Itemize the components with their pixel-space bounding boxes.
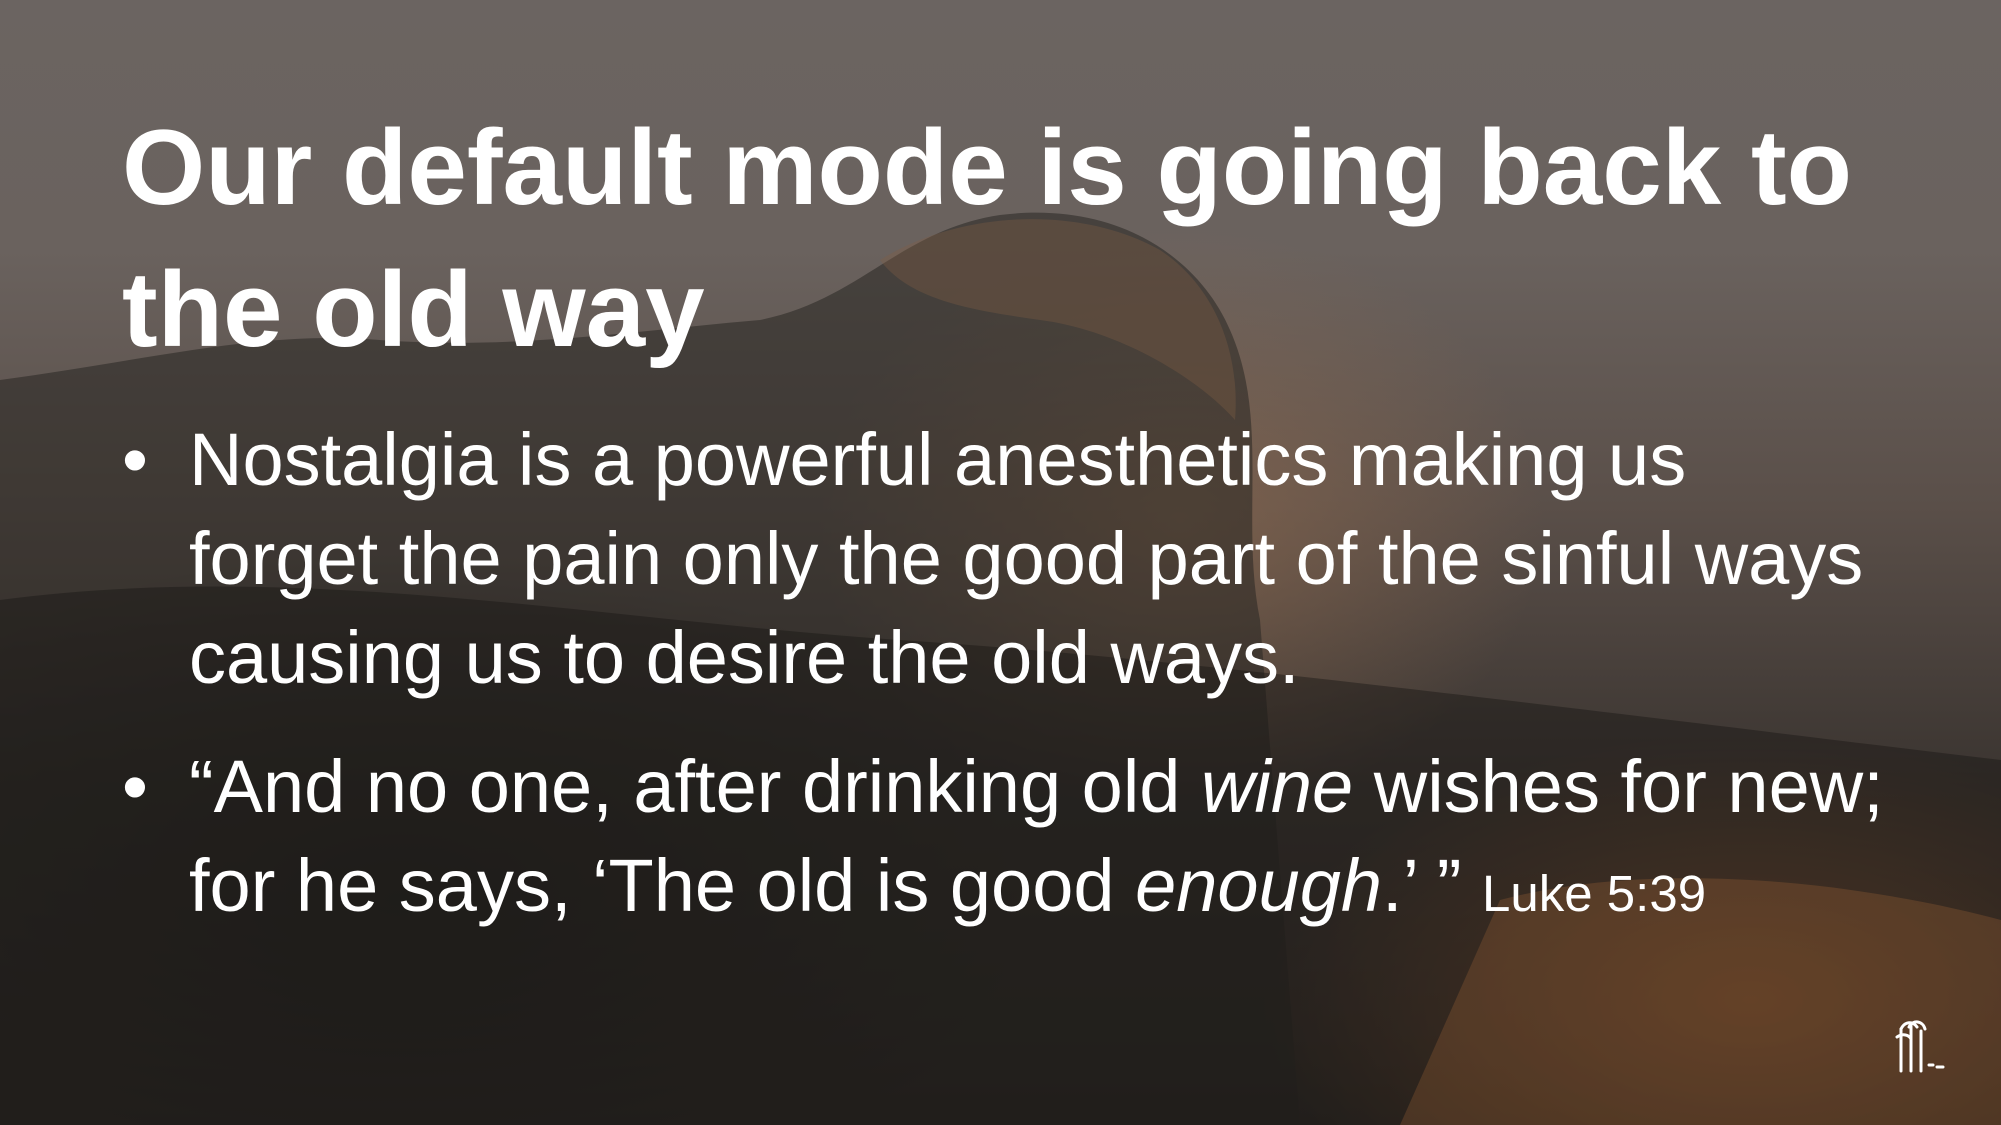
- bullet-list: • Nostalgia is a powerful anesthetics ma…: [122, 410, 1892, 973]
- quote-italic-wine: wine: [1200, 745, 1354, 828]
- bullet-text: Nostalgia is a powerful anesthetics maki…: [189, 418, 1864, 699]
- slide-title: Our default mode is going back to the ol…: [122, 107, 1852, 369]
- church-logo-icon: [1895, 1020, 1945, 1073]
- bullet-marker: •: [122, 745, 148, 828]
- quote-text-part-1: “And no one, after drinking old: [189, 745, 1201, 828]
- bullet-item-nostalgia: • Nostalgia is a powerful anesthetics ma…: [122, 410, 1892, 707]
- presentation-slide: Our default mode is going back to the ol…: [0, 0, 2001, 1125]
- quote-text-part-3: .’ ”: [1382, 844, 1483, 927]
- quote-italic-enough: enough: [1135, 844, 1383, 927]
- scripture-reference: Luke 5:39: [1482, 865, 1707, 922]
- bullet-item-scripture-quote: • “And no one, after drinking old wine w…: [122, 737, 1892, 943]
- bullet-marker: •: [122, 418, 148, 501]
